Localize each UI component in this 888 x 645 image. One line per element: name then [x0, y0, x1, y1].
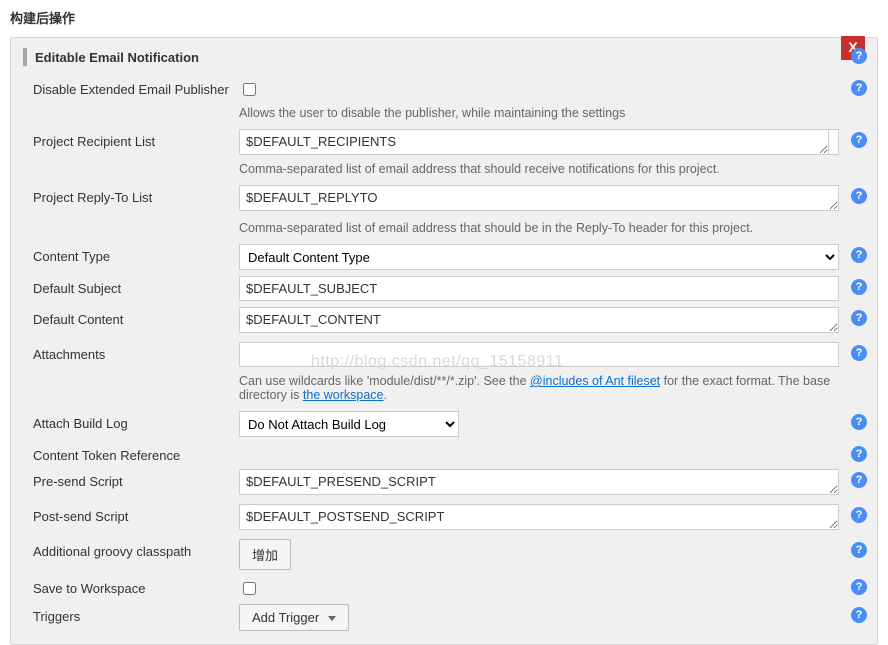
- help-icon[interactable]: ?: [851, 279, 867, 295]
- help-icon[interactable]: ?: [851, 345, 867, 361]
- help-icon[interactable]: ?: [851, 310, 867, 326]
- default-content-input[interactable]: $DEFAULT_CONTENT: [239, 307, 839, 333]
- attachments-input[interactable]: [239, 342, 839, 367]
- section-bar: [23, 48, 27, 66]
- triggers-label: Triggers: [33, 604, 239, 624]
- chevron-down-icon: [328, 616, 336, 621]
- help-icon[interactable]: ?: [851, 472, 867, 488]
- content-type-label: Content Type: [33, 244, 239, 264]
- help-icon[interactable]: ?: [851, 607, 867, 623]
- post-send-label: Post-send Script: [33, 504, 239, 524]
- default-content-label: Default Content: [33, 307, 239, 327]
- help-icon[interactable]: ?: [851, 48, 867, 64]
- save-workspace-checkbox[interactable]: [243, 582, 256, 595]
- ant-fileset-link[interactable]: @includes of Ant fileset: [530, 374, 660, 388]
- attach-build-log-label: Attach Build Log: [33, 411, 239, 431]
- help-icon[interactable]: ?: [851, 414, 867, 430]
- post-build-panel: X Editable Email Notification ? Disable …: [10, 37, 878, 645]
- help-icon[interactable]: ?: [851, 542, 867, 558]
- pre-send-label: Pre-send Script: [33, 469, 239, 489]
- content-type-select[interactable]: Default Content Type: [239, 244, 839, 270]
- token-reference-label: Content Token Reference: [33, 443, 239, 463]
- attach-build-log-select[interactable]: Do Not Attach Build Log: [239, 411, 459, 437]
- pre-send-input[interactable]: $DEFAULT_PRESEND_SCRIPT: [239, 469, 839, 495]
- attachments-label: Attachments: [33, 342, 239, 362]
- disable-publisher-desc: Allows the user to disable the publisher…: [11, 102, 877, 126]
- help-icon[interactable]: ?: [851, 507, 867, 523]
- classpath-label: Additional groovy classpath: [33, 539, 239, 559]
- recipient-list-desc: Comma-separated list of email address th…: [11, 158, 877, 182]
- disable-publisher-label: Disable Extended Email Publisher: [33, 77, 239, 97]
- help-icon[interactable]: ?: [851, 446, 867, 462]
- recipient-list-label: Project Recipient List: [33, 129, 239, 149]
- section-title: Editable Email Notification: [35, 50, 199, 65]
- help-icon[interactable]: ?: [851, 247, 867, 263]
- add-classpath-button[interactable]: 增加: [239, 539, 291, 570]
- disable-publisher-checkbox[interactable]: [243, 83, 256, 96]
- attachments-desc: Can use wildcards like 'module/dist/**/*…: [11, 370, 877, 408]
- reply-to-input[interactable]: $DEFAULT_REPLYTO: [239, 185, 839, 211]
- add-trigger-button[interactable]: Add Trigger: [239, 604, 349, 631]
- default-subject-input[interactable]: [239, 276, 839, 301]
- reply-to-desc: Comma-separated list of email address th…: [11, 217, 877, 241]
- workspace-link[interactable]: the workspace: [303, 388, 384, 402]
- help-icon[interactable]: ?: [851, 80, 867, 96]
- post-send-input[interactable]: $DEFAULT_POSTSEND_SCRIPT: [239, 504, 839, 530]
- resize-handle[interactable]: [829, 129, 839, 155]
- recipient-list-input[interactable]: $DEFAULT_RECIPIENTS: [239, 129, 829, 155]
- save-workspace-label: Save to Workspace: [33, 576, 239, 596]
- page-title: 构建后操作: [0, 0, 888, 33]
- help-icon[interactable]: ?: [851, 579, 867, 595]
- help-icon[interactable]: ?: [851, 132, 867, 148]
- default-subject-label: Default Subject: [33, 276, 239, 296]
- help-icon[interactable]: ?: [851, 188, 867, 204]
- reply-to-label: Project Reply-To List: [33, 185, 239, 205]
